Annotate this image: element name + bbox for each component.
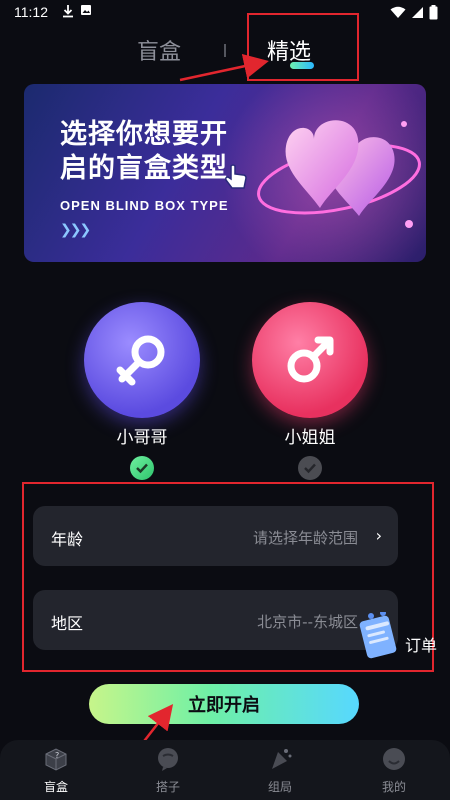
start-button[interactable]: 立即开启 — [89, 684, 359, 724]
male-symbol-icon — [116, 335, 165, 386]
image-icon — [81, 5, 91, 15]
banner-title-line2: 启的盲盒类型 — [60, 153, 228, 184]
status-icons-left — [62, 4, 92, 18]
orders-label: 订单 — [405, 636, 438, 655]
status-icons-right — [390, 5, 438, 20]
nav-item-blind-box[interactable]: ? 盲盒 — [26, 746, 86, 795]
bottom-nav: ? 盲盒 搭子 组局 我的 — [0, 740, 450, 800]
region-field[interactable]: 地区 北京市--东城区 — [33, 590, 398, 650]
download-icon — [63, 5, 73, 18]
nav-label-group: 组局 — [267, 780, 292, 794]
nav-item-profile[interactable]: 我的 — [364, 746, 424, 795]
nav-item-partner[interactable]: 搭子 — [138, 746, 198, 795]
wifi-icon — [390, 6, 406, 18]
profile-icon — [383, 748, 405, 770]
tab-blind-box[interactable]: 盲盒 — [137, 34, 181, 66]
banner-title-line1: 选择你想要开 — [60, 119, 228, 150]
orders-float-button[interactable]: 订单 — [357, 612, 450, 662]
orders-icon — [359, 612, 397, 659]
chevron-right-icon: › — [375, 526, 382, 545]
pointer-hand-icon — [225, 164, 247, 189]
status-time: 11:12 — [14, 4, 48, 20]
nav-label-partner: 搭子 — [155, 780, 180, 794]
svg-text:?: ? — [55, 751, 59, 760]
signal-icon — [412, 7, 423, 18]
promo-banner[interactable]: 选择你想要开 启的盲盒类型 OPEN BLIND BOX TYPE ❯❯❯ — [24, 84, 426, 262]
chat-icon — [158, 748, 178, 771]
female-symbol-icon — [287, 336, 334, 383]
female-option-button[interactable] — [252, 302, 368, 418]
status-bar: 11:12 — [0, 0, 450, 26]
annotation-highlight-tab — [247, 13, 359, 81]
female-check-icon[interactable] — [298, 456, 322, 480]
male-option-button[interactable] — [84, 302, 200, 418]
battery-icon — [429, 5, 438, 20]
region-value: 北京市--东城区 — [257, 613, 358, 631]
male-check-icon[interactable] — [130, 456, 154, 480]
hearts-icon — [257, 120, 421, 228]
age-field[interactable]: 年龄 请选择年龄范围 › — [33, 506, 398, 566]
party-icon — [272, 749, 292, 769]
box-icon: ? — [45, 748, 67, 771]
tab-divider — [224, 44, 226, 57]
chevrons-icon: ❯❯❯ — [60, 222, 91, 238]
age-placeholder: 请选择年龄范围 — [252, 529, 358, 547]
banner-subtitle: OPEN BLIND BOX TYPE — [60, 198, 229, 213]
top-tabs: 盲盒 精选 — [0, 32, 450, 72]
nav-item-group[interactable]: 组局 — [250, 746, 310, 795]
male-label: 小哥哥 — [116, 428, 168, 448]
nav-label-blind-box: 盲盒 — [43, 780, 68, 794]
nav-label-profile: 我的 — [381, 780, 406, 794]
age-label: 年龄 — [51, 530, 84, 549]
region-label: 地区 — [51, 614, 84, 633]
female-label: 小姐姐 — [284, 428, 336, 448]
